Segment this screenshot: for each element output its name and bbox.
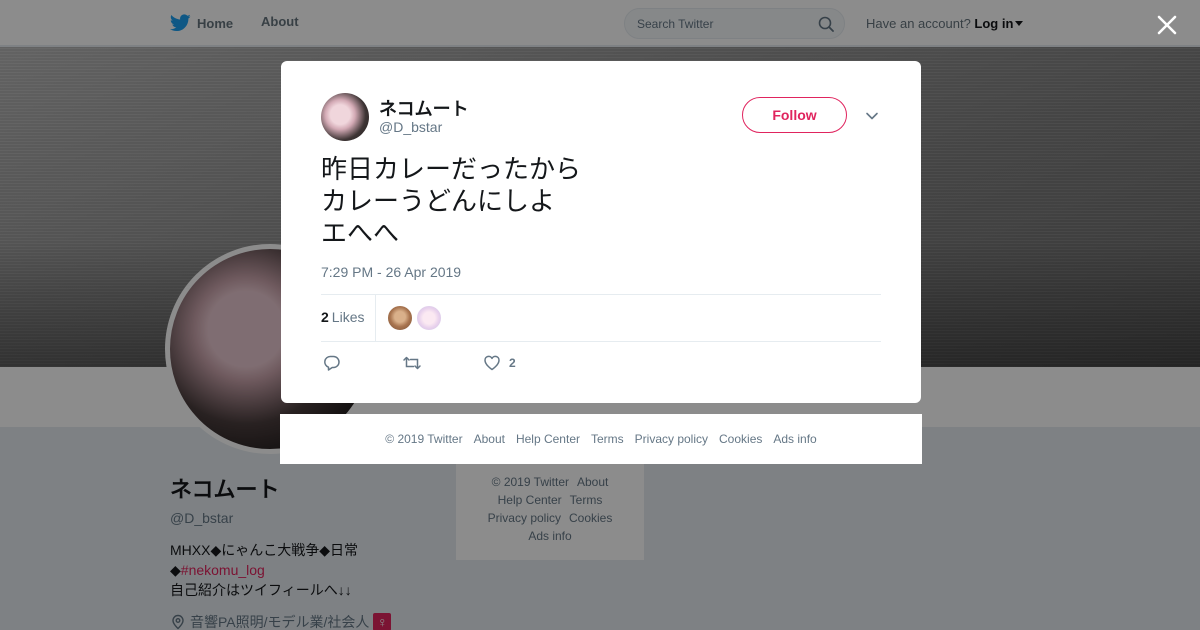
like-button[interactable]: 2 <box>483 354 516 372</box>
tweet-timestamp[interactable]: 7:29 PM - 26 Apr 2019 <box>321 264 461 280</box>
likes-label: Likes <box>331 309 365 325</box>
heart-icon <box>484 355 500 371</box>
tweet-modal: ネコムート @D_bstar Follow 昨日カレーだったから カレーうどんに… <box>281 61 921 403</box>
chevron-down-icon[interactable] <box>865 109 879 123</box>
divider <box>375 294 376 341</box>
footer-terms[interactable]: Terms <box>591 432 624 446</box>
tweet-text: 昨日カレーだったから カレーうどんにしよ エへへ <box>321 153 881 249</box>
tweet-text-line-1: 昨日カレーだったから <box>321 154 582 184</box>
liker-avatar[interactable] <box>416 305 442 331</box>
footer-copyright[interactable]: © 2019 Twitter <box>385 432 462 446</box>
tweet-text-line-2: カレーうどんにしよ <box>321 186 556 216</box>
close-icon[interactable] <box>1154 12 1180 38</box>
follow-button[interactable]: Follow <box>742 97 847 133</box>
divider <box>321 341 881 342</box>
footer-cookies[interactable]: Cookies <box>719 432 762 446</box>
liker-avatar[interactable] <box>387 305 413 331</box>
footer-privacy-policy[interactable]: Privacy policy <box>635 432 708 446</box>
tweet-author-name[interactable]: ネコムート <box>379 95 469 121</box>
tweet-author-avatar[interactable] <box>321 93 369 141</box>
likes-stat[interactable]: 2 Likes <box>321 309 364 325</box>
reply-icon <box>324 355 340 371</box>
likes-count: 2 <box>321 309 329 325</box>
footer-ads-info[interactable]: Ads info <box>773 432 816 446</box>
footer-help-center[interactable]: Help Center <box>516 432 580 446</box>
tweet-text-line-3: エへへ <box>321 218 400 248</box>
reply-button[interactable] <box>323 354 341 372</box>
retweet-icon <box>403 356 421 370</box>
like-count: 2 <box>509 356 516 370</box>
modal-footer: © 2019 Twitter About Help Center Terms P… <box>280 414 922 464</box>
tweet-author-handle[interactable]: @D_bstar <box>379 119 442 135</box>
footer-about[interactable]: About <box>474 432 505 446</box>
divider <box>321 294 881 295</box>
retweet-button[interactable] <box>402 354 422 372</box>
